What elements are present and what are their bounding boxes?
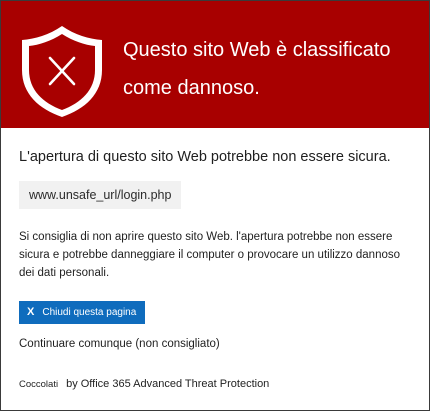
warning-description: Si consiglia di non aprire questo sito W… (19, 231, 401, 279)
shield-x-icon (22, 26, 102, 117)
close-page-button[interactable]: X Chiudi questa pagina (19, 301, 146, 324)
close-page-button-label: Chiudi questa pagina (42, 307, 137, 318)
warning-headline: L'apertura di questo sito Web potrebbe n… (19, 149, 391, 165)
warning-page: Questo sito Web è classificato come dann… (0, 0, 430, 411)
footer-provider: by Office 365 Advanced Threat Protection (66, 378, 270, 390)
warning-title-line1: Questo sito Web è classificato (123, 39, 391, 61)
footer-prefix: Coccolati (19, 379, 59, 390)
blocked-url: www.unsafe_url/login.php (19, 181, 182, 209)
warning-title-line2: come dannoso. (123, 77, 260, 99)
warning-header: Questo sito Web è classificato come dann… (1, 1, 429, 128)
close-icon: X (27, 306, 35, 318)
warning-title: Questo sito Web è classificato come dann… (123, 31, 423, 107)
footer: Coccolati by Office 365 Advanced Threat P… (19, 378, 269, 390)
continue-anyway-link[interactable]: Continuare comunque (non consigliato) (19, 338, 220, 350)
